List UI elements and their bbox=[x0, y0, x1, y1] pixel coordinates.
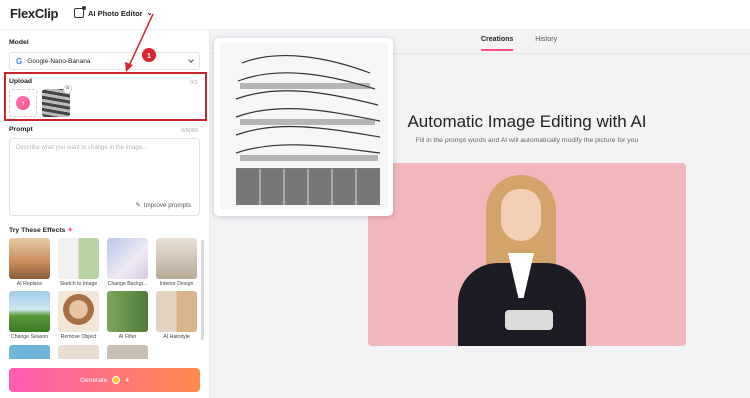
upload-button[interactable]: ↑ bbox=[9, 89, 37, 117]
top-bar: FlexClip AI Photo Editor ⌄ bbox=[0, 0, 750, 30]
effect-thumbnail-partial[interactable] bbox=[9, 345, 50, 359]
model-select[interactable]: G Google-Nano-Banana bbox=[9, 52, 200, 70]
effect-ai-replace[interactable]: AI Replace bbox=[9, 238, 50, 287]
generate-cost: 4 bbox=[125, 376, 129, 384]
upload-icon: ↑ bbox=[16, 96, 30, 110]
effect-thumbnail bbox=[58, 238, 99, 279]
effect-label: AI Filter bbox=[118, 334, 137, 340]
chevron-down-icon: ⌄ bbox=[146, 10, 153, 17]
upload-count: 0/3 bbox=[190, 80, 198, 86]
effect-label: Remove Object bbox=[60, 334, 97, 340]
effect-label: Change Season bbox=[10, 334, 49, 340]
effect-thumbnail bbox=[156, 291, 197, 332]
effect-thumbnail-partial[interactable] bbox=[107, 345, 148, 359]
effect-label: AI Hairstyle bbox=[163, 334, 190, 340]
effect-thumbnail bbox=[58, 291, 99, 332]
page-title: Automatic Image Editing with AI bbox=[407, 112, 647, 131]
prompt-box: ✎ Improve prompts bbox=[9, 138, 200, 216]
model-value: Google-Nano-Banana bbox=[27, 57, 91, 65]
effect-label: Change Backgr... bbox=[107, 281, 148, 287]
credit-coin-icon bbox=[112, 376, 121, 384]
prompt-input[interactable] bbox=[10, 139, 199, 194]
upload-label: Upload bbox=[9, 78, 33, 85]
sidebar-scrollbar[interactable] bbox=[201, 240, 204, 340]
main-tabs: Creations History bbox=[481, 36, 557, 51]
effect-interior-design[interactable]: Interior Design bbox=[156, 238, 197, 287]
tab-history[interactable]: History bbox=[535, 36, 557, 51]
photo-editor-icon bbox=[74, 6, 86, 18]
effect-thumbnail bbox=[107, 291, 148, 332]
face-shape bbox=[501, 189, 541, 241]
app-name: AI Photo Editor bbox=[88, 8, 143, 18]
image-overlay-bar bbox=[505, 310, 553, 330]
effect-label: Interior Design bbox=[159, 281, 194, 287]
effect-change-background[interactable]: Change Backgr... bbox=[107, 238, 148, 287]
generate-label: Generate bbox=[80, 376, 108, 384]
step-badge: 1 bbox=[141, 47, 157, 63]
effect-thumbnail bbox=[9, 238, 50, 279]
effect-thumbnail bbox=[107, 238, 148, 279]
effect-label: AI Replace bbox=[16, 281, 43, 287]
effect-ai-hairstyle[interactable]: AI Hairstyle bbox=[156, 291, 197, 340]
example-result-image bbox=[368, 163, 686, 346]
effect-label: Sketch to Image bbox=[59, 281, 98, 287]
effects-title: Try These Effects ✦ bbox=[9, 227, 74, 234]
tab-creations[interactable]: Creations bbox=[481, 36, 514, 51]
effect-remove-object[interactable]: Remove Object bbox=[58, 291, 99, 340]
google-icon: G bbox=[16, 56, 23, 66]
effect-thumbnail-partial[interactable] bbox=[58, 345, 99, 359]
generate-button[interactable]: Generate 4 bbox=[9, 368, 200, 392]
effect-change-season[interactable]: Change Season bbox=[9, 291, 50, 340]
improve-prompts-label: Improve prompts bbox=[143, 202, 191, 209]
app-switcher[interactable]: AI Photo Editor ⌄ bbox=[74, 6, 153, 18]
flexclip-logo[interactable]: FlexClip bbox=[10, 6, 58, 21]
effect-thumbnail bbox=[9, 291, 50, 332]
magic-wand-icon: ✎ bbox=[135, 202, 141, 209]
prompt-label: Prompt bbox=[9, 126, 33, 133]
effect-sketch-to-image[interactable]: Sketch to Image bbox=[58, 238, 99, 287]
effect-thumbnail bbox=[156, 238, 197, 279]
uploaded-image-preview bbox=[220, 43, 388, 209]
sparkle-icon: ✦ bbox=[67, 227, 74, 234]
model-label: Model bbox=[9, 39, 29, 46]
effect-ai-filter[interactable]: AI Filter bbox=[107, 291, 148, 340]
remove-image-icon[interactable]: × bbox=[63, 85, 72, 94]
improve-prompts-button[interactable]: ✎ Improve prompts bbox=[135, 202, 191, 209]
prompt-count: 0/5000 bbox=[181, 128, 198, 134]
page-subtitle: Fill in the prompt words and AI will aut… bbox=[415, 137, 639, 144]
chevron-down-icon bbox=[188, 57, 194, 63]
